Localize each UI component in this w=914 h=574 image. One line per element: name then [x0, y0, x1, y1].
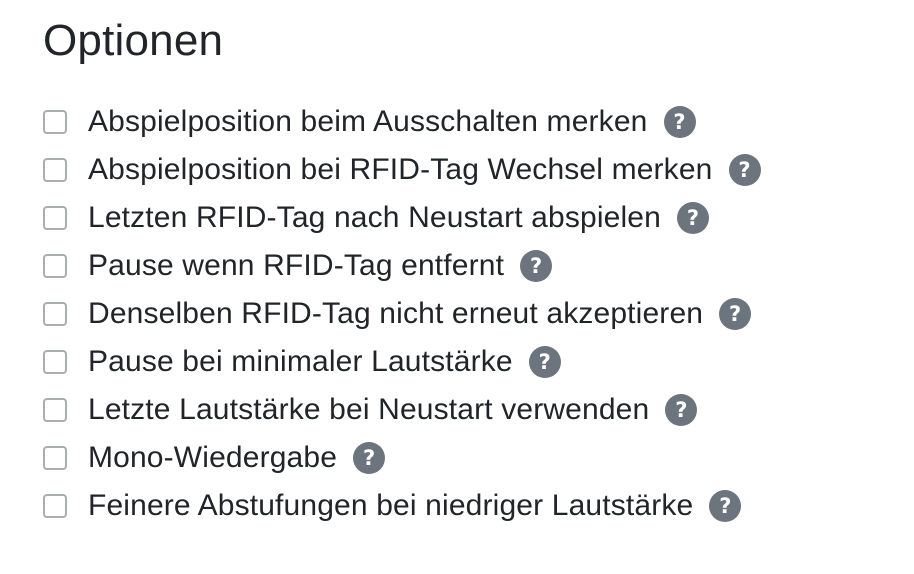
option-checkbox[interactable]: [43, 110, 67, 134]
option-checkbox[interactable]: [43, 254, 67, 278]
help-icon[interactable]: ?: [709, 490, 742, 522]
option-label[interactable]: Feinere Abstufungen bei niedriger Lautst…: [88, 488, 693, 524]
option-checkbox[interactable]: [43, 398, 67, 422]
help-icon[interactable]: ?: [676, 202, 709, 234]
help-icon[interactable]: ?: [728, 154, 761, 186]
option-checkbox[interactable]: [43, 446, 67, 470]
option-pause-when-tag-removed: Pause wenn RFID-Tag entfernt ?: [43, 242, 761, 290]
option-checkbox[interactable]: [43, 350, 67, 374]
option-pause-at-min-volume: Pause bei minimaler Lautstärke ?: [43, 338, 761, 386]
option-checkbox[interactable]: [43, 302, 67, 326]
help-icon[interactable]: ?: [665, 394, 698, 426]
options-list: Abspielposition beim Ausschalten merken …: [43, 98, 761, 530]
option-label[interactable]: Mono-Wiedergabe: [88, 440, 337, 476]
option-fine-volume-steps: Feinere Abstufungen bei niedriger Lautst…: [43, 482, 761, 530]
option-mono-playback: Mono-Wiedergabe ?: [43, 434, 761, 482]
option-label[interactable]: Pause bei minimaler Lautstärke: [88, 344, 513, 380]
help-icon[interactable]: ?: [663, 106, 696, 138]
section-title: Optionen: [43, 16, 224, 65]
option-checkbox[interactable]: [43, 158, 67, 182]
option-remember-position-on-shutdown: Abspielposition beim Ausschalten merken …: [43, 98, 761, 146]
options-panel: Optionen Abspielposition beim Ausschalte…: [43, 14, 903, 522]
option-checkbox[interactable]: [43, 494, 67, 518]
option-play-last-tag-after-restart: Letzten RFID-Tag nach Neustart abspielen…: [43, 194, 761, 242]
help-icon[interactable]: ?: [528, 346, 561, 378]
option-checkbox[interactable]: [43, 206, 67, 230]
option-label[interactable]: Letzte Lautstärke bei Neustart verwenden: [88, 392, 649, 428]
help-icon[interactable]: ?: [520, 250, 553, 282]
option-label[interactable]: Pause wenn RFID-Tag entfernt: [88, 248, 504, 284]
option-label[interactable]: Letzten RFID-Tag nach Neustart abspielen: [88, 200, 661, 236]
option-label[interactable]: Abspielposition beim Ausschalten merken: [88, 104, 648, 140]
help-icon[interactable]: ?: [353, 442, 386, 474]
help-icon[interactable]: ?: [719, 298, 752, 330]
option-ignore-same-tag: Denselben RFID-Tag nicht erneut akzeptie…: [43, 290, 761, 338]
option-label[interactable]: Abspielposition bei RFID-Tag Wechsel mer…: [88, 152, 713, 188]
option-remember-position-on-tag-change: Abspielposition bei RFID-Tag Wechsel mer…: [43, 146, 761, 194]
option-label[interactable]: Denselben RFID-Tag nicht erneut akzeptie…: [88, 296, 703, 332]
option-restore-volume-on-restart: Letzte Lautstärke bei Neustart verwenden…: [43, 386, 761, 434]
